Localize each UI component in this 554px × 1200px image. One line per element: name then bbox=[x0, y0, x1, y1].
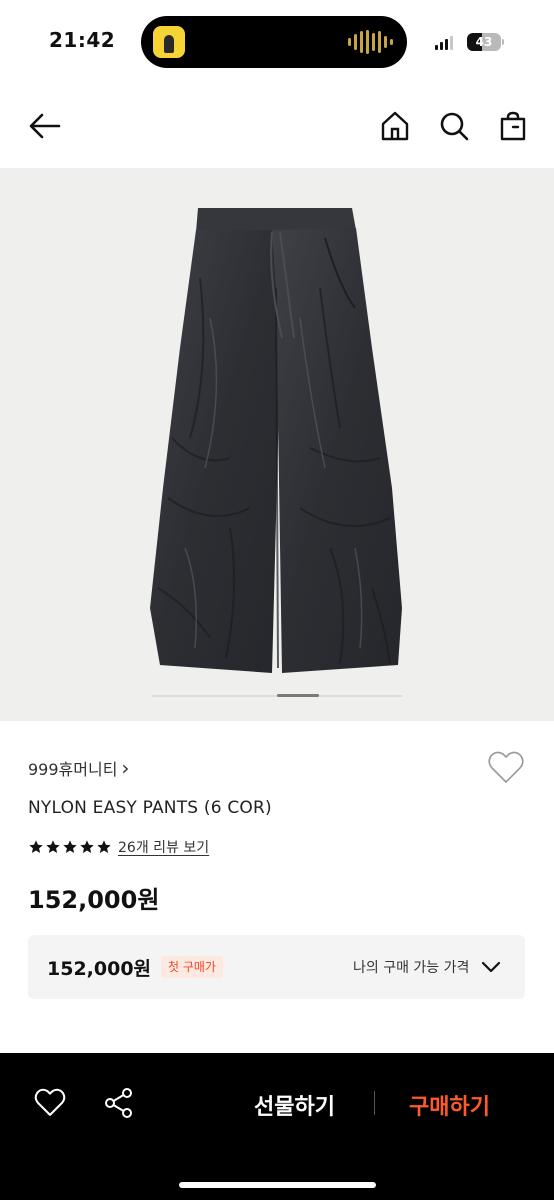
chevron-right-icon: › bbox=[121, 756, 130, 780]
product-image-gallery[interactable] bbox=[0, 168, 554, 721]
bottom-action-bar: 선물하기 구매하기 bbox=[0, 1053, 554, 1200]
status-time: 21:42 bbox=[49, 28, 116, 52]
star-icon bbox=[97, 840, 111, 853]
back-arrow-icon[interactable] bbox=[27, 108, 63, 144]
divider bbox=[374, 1091, 375, 1115]
brand-link[interactable]: 999휴머니티 › bbox=[28, 756, 129, 780]
product-price: 152,000원 bbox=[28, 886, 160, 914]
star-icon bbox=[80, 840, 94, 853]
first-purchase-badge: 첫 구매가 bbox=[161, 956, 223, 978]
top-nav bbox=[0, 98, 554, 154]
heart-icon[interactable] bbox=[32, 1085, 68, 1121]
cellular-signal-icon bbox=[435, 36, 453, 50]
my-price-label: 나의 구매 가능 가격 bbox=[353, 960, 470, 976]
music-album-art-icon bbox=[153, 26, 185, 58]
wishlist-heart-icon[interactable] bbox=[486, 748, 526, 788]
pants-product-image bbox=[150, 208, 402, 697]
rating-stars bbox=[28, 839, 112, 855]
rating-row: 26개 리뷰 보기 bbox=[28, 837, 209, 857]
shopping-bag-icon[interactable] bbox=[495, 108, 531, 144]
star-icon bbox=[46, 840, 60, 853]
battery-icon: 43 bbox=[467, 33, 501, 51]
my-price-dropdown[interactable]: 152,000원 첫 구매가 나의 구매 가능 가격 bbox=[28, 935, 525, 999]
dynamic-island[interactable] bbox=[141, 16, 407, 68]
audio-waveform-icon bbox=[348, 30, 393, 54]
chevron-down-icon[interactable] bbox=[479, 955, 503, 979]
home-icon[interactable] bbox=[377, 108, 413, 144]
first-purchase-price: 152,000원 bbox=[47, 958, 152, 980]
gift-button[interactable]: 선물하기 bbox=[254, 1089, 335, 1121]
gallery-page-indicator bbox=[277, 694, 319, 697]
buy-button[interactable]: 구매하기 bbox=[409, 1089, 490, 1121]
search-icon[interactable] bbox=[436, 108, 472, 144]
home-indicator[interactable] bbox=[179, 1182, 376, 1188]
star-icon bbox=[63, 840, 77, 853]
product-name: NYLON EASY PANTS (6 COR) bbox=[28, 798, 272, 818]
review-link[interactable]: 26개 리뷰 보기 bbox=[118, 837, 209, 857]
status-bar: 21:42 43 bbox=[0, 0, 554, 84]
battery-level: 43 bbox=[475, 35, 493, 49]
star-icon bbox=[29, 840, 43, 853]
brand-name: 999휴머니티 bbox=[28, 760, 118, 779]
share-icon[interactable] bbox=[101, 1085, 137, 1121]
